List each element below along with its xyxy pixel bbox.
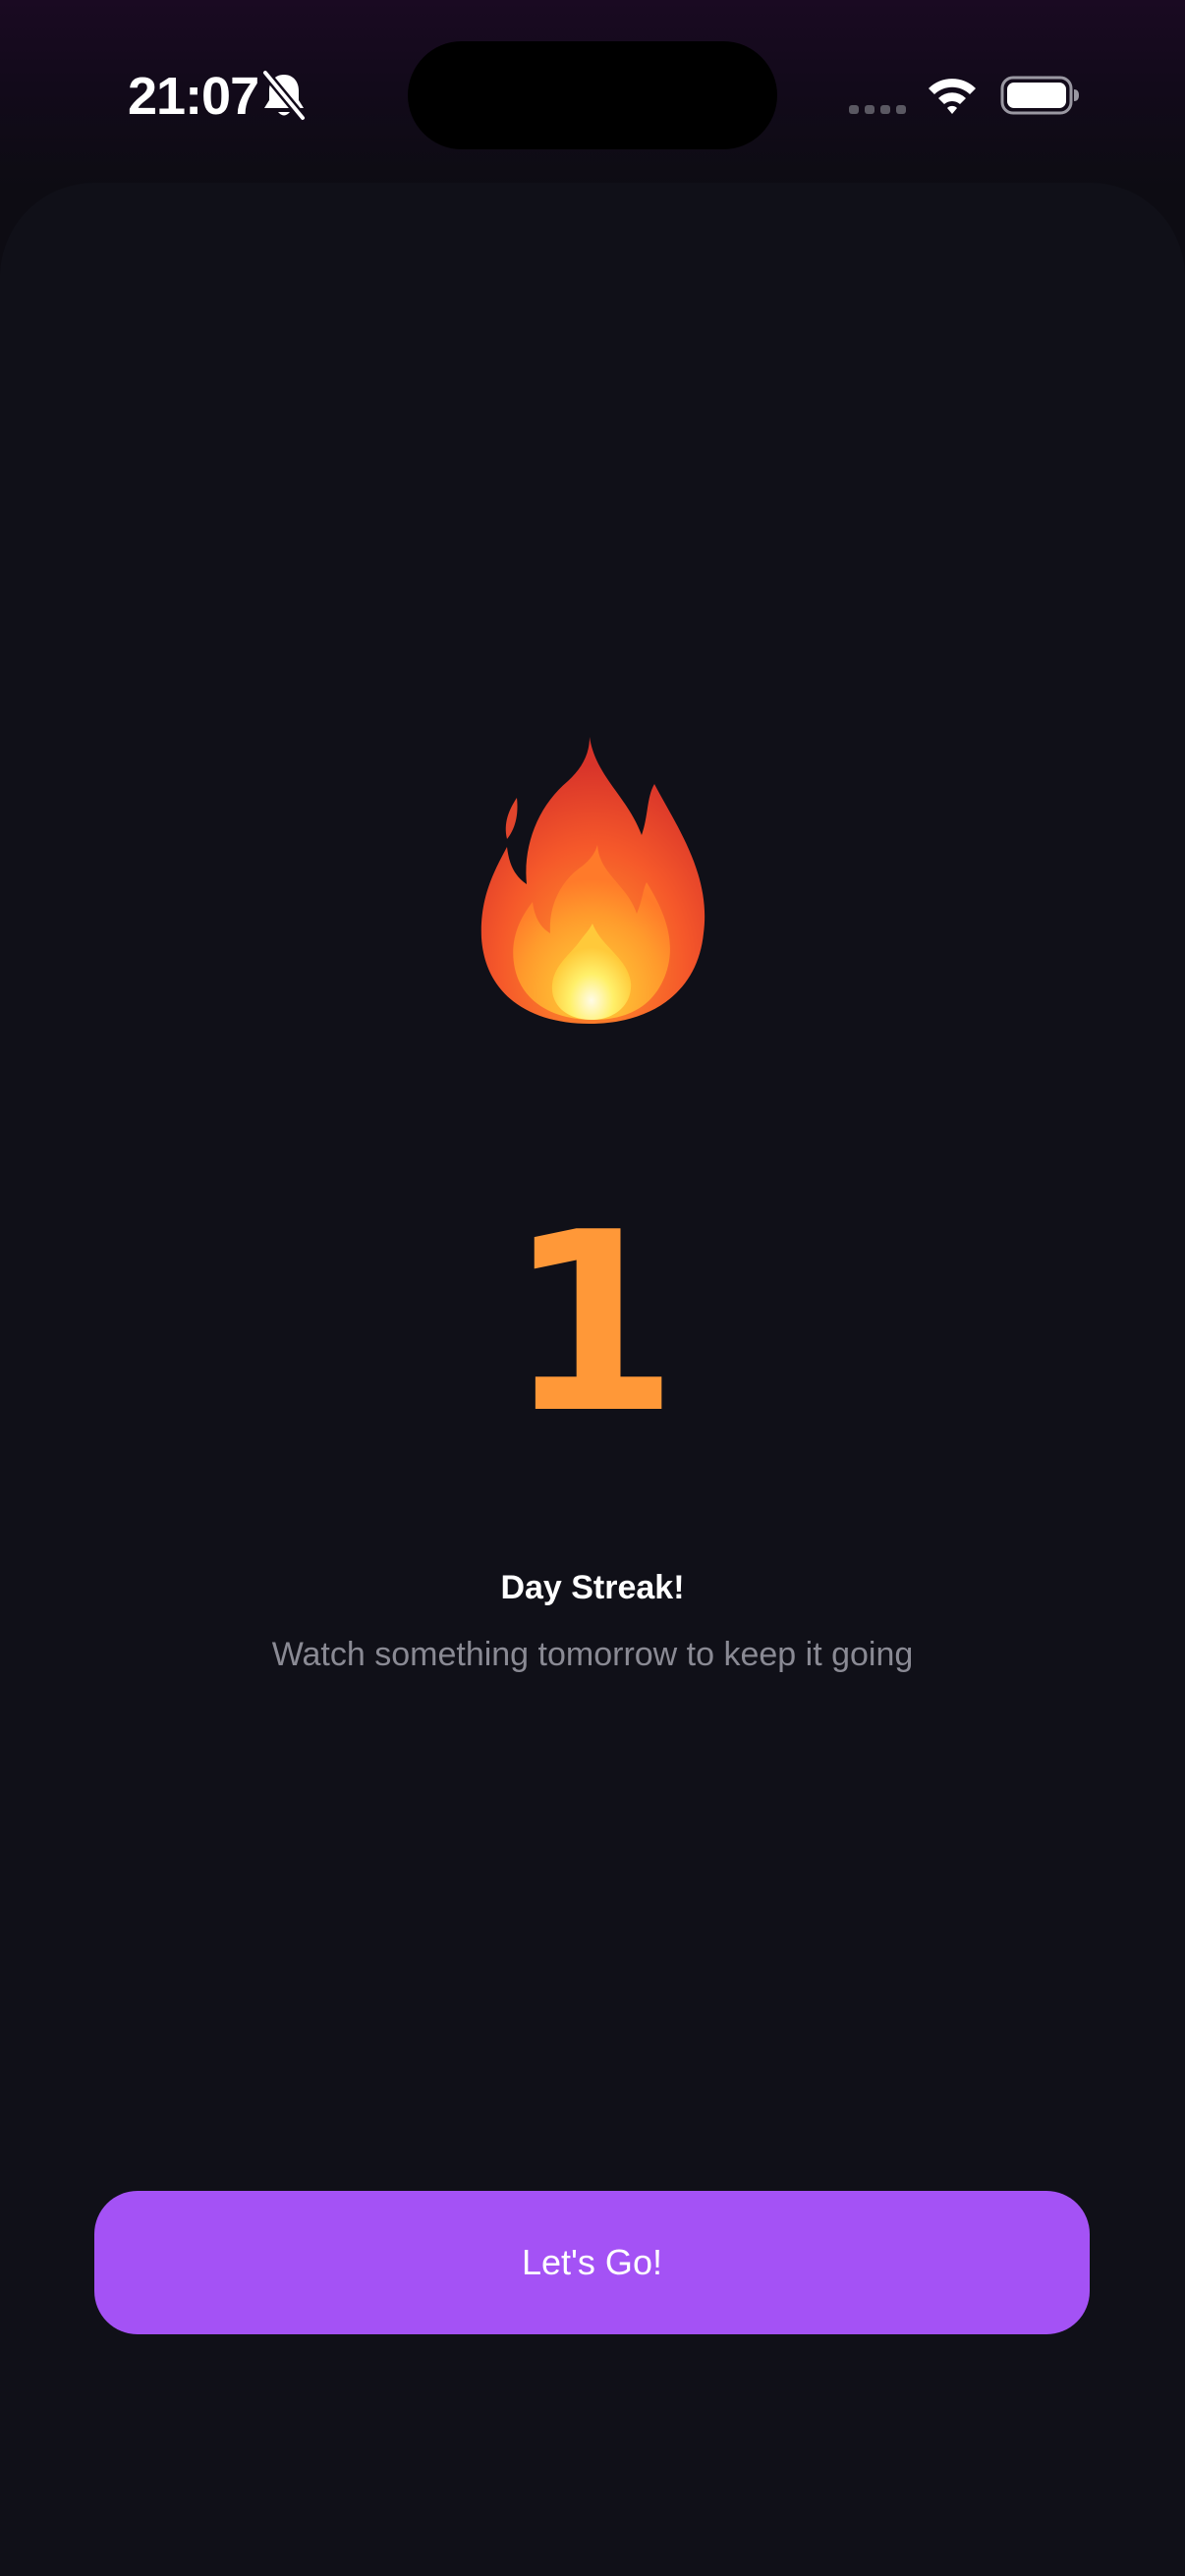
status-time: 21:07: [128, 67, 259, 126]
flame-icon: [480, 737, 705, 1024]
status-bar: 21:07: [0, 0, 1185, 187]
streak-title: Day Streak!: [500, 1569, 685, 1606]
signal-icon: [849, 105, 906, 114]
lets-go-button[interactable]: Let's Go!: [94, 2191, 1090, 2334]
wifi-icon: [929, 79, 976, 114]
bell-slash-icon: [260, 69, 308, 122]
streak-screen: 21:07 1 Day Streak! Watch something tomo…: [0, 0, 1185, 2576]
battery-icon: [1000, 76, 1079, 115]
streak-subtitle: Watch something tomorrow to keep it goin…: [271, 1636, 914, 1673]
streak-count: 1: [506, 1180, 679, 1468]
dynamic-island: [408, 41, 777, 149]
